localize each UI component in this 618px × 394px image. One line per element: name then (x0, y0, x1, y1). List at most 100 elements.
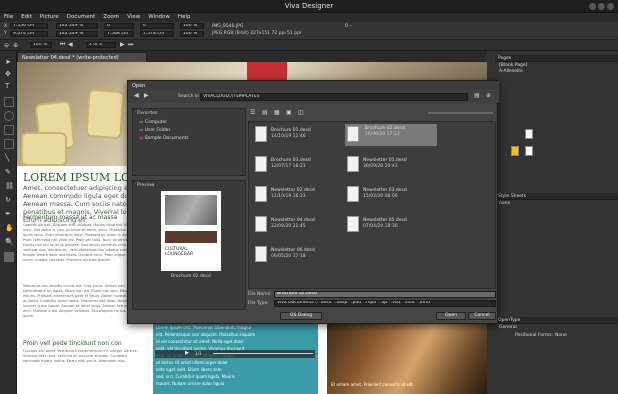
document-icon (347, 216, 359, 232)
document-icon (255, 126, 267, 142)
pages-item[interactable]: A-Alleseite (499, 69, 523, 74)
style-sheet-value[interactable]: none (499, 201, 510, 206)
section-heading[interactable]: Proin vell pede tincidunt non con (23, 340, 122, 347)
file-item[interactable]: Brochure 01.desd 14/10/19 11:46 (255, 126, 347, 148)
body-text[interactable]: Quisque orci amet. Vestibulum condimentu… (23, 349, 141, 389)
pen-tool-icon[interactable]: ✎ (5, 168, 11, 176)
line-tool-icon[interactable]: ╲ (5, 154, 9, 162)
teal-text-frame[interactable]: Lorem ipsum orci. Maecenas bibendum, mag… (153, 320, 318, 394)
positional-forms-label: Positional Forms: (515, 333, 554, 338)
hand-tool-icon[interactable]: ✋ (5, 224, 14, 232)
style-sheets-header[interactable]: Style Sheets (495, 193, 618, 200)
last-page-icon[interactable]: ⏭ (128, 41, 133, 49)
new-folder-icon[interactable]: ⊕ (486, 92, 491, 99)
angle-field[interactable]: 0 ° (104, 23, 134, 29)
menu-picture[interactable]: Picture (36, 13, 63, 21)
grid-view-icon[interactable]: ▦ (274, 109, 280, 116)
pages-panel-header[interactable]: Pages (495, 55, 618, 62)
menu-help[interactable]: Help (174, 13, 195, 21)
first-page-icon[interactable]: ⏮ (60, 41, 65, 49)
media-control-bar[interactable]: ▶ 1/3 (155, 350, 315, 358)
height-scale-field[interactable]: 142.249 % (56, 31, 98, 37)
cover-view-icon[interactable]: ◫ (298, 109, 304, 116)
table-tool-icon[interactable] (4, 139, 14, 149)
opentype-header[interactable]: OpenType (495, 317, 618, 324)
link-tool-icon[interactable]: ⛓ (5, 182, 14, 190)
close-button[interactable] (607, 3, 614, 10)
menu-file[interactable]: File (0, 13, 17, 21)
zoom-field[interactable]: 100 % (30, 42, 52, 48)
file-item[interactable]: Newsletter 06.desd 06/05/20 17:18 (255, 246, 347, 268)
frame-tool-icon[interactable] (4, 97, 14, 107)
x-field[interactable]: 7.556 cm (10, 23, 48, 29)
forward-icon[interactable]: ▶ (144, 92, 149, 99)
page-thumbnail-icon[interactable] (525, 146, 533, 156)
pct1-field[interactable]: 100 % (180, 23, 204, 29)
menu-document[interactable]: Document (63, 13, 100, 21)
rotate-tool-icon[interactable]: ↻ (5, 196, 11, 204)
image-info-extra: 0 -- (345, 24, 353, 29)
file-item[interactable]: Newsletter 03.desd 15/02/20 08:06 (347, 186, 439, 208)
file-item[interactable]: Newsletter 02.desd 11/10/19 16:23 (255, 186, 347, 208)
picture-frame-tool-icon[interactable] (4, 125, 14, 135)
favorite-item[interactable]: ▭ User Folder (139, 128, 170, 133)
scrubber-track[interactable] (213, 353, 313, 354)
location-field[interactable]: VIVACLOUD://TEMPLATES (200, 93, 468, 101)
y-field[interactable]: 9.074 cm (10, 31, 48, 37)
prev-page-icon[interactable]: ◀ (68, 41, 73, 48)
color-swatch-icon[interactable] (4, 252, 14, 262)
open-button[interactable]: Open (436, 312, 466, 320)
eyedropper-tool-icon[interactable]: ✒ (5, 210, 11, 218)
oval-tool-icon[interactable] (4, 111, 14, 121)
master-page-icon[interactable] (511, 146, 519, 156)
folder-up-icon[interactable]: ▤ (474, 92, 480, 99)
body-text[interactable]: Gravida ultrices. Aliquam erat volutpat.… (23, 223, 141, 283)
back-icon[interactable]: ◀ (134, 92, 139, 99)
body-text[interactable]: Maecenas nec lobortis cursus elit. Cras … (23, 284, 141, 330)
os-dialog-button[interactable]: OS Dialog (280, 312, 322, 320)
restaurant-photo[interactable]: Et ornare amet. Praesent convallis ut el… (327, 320, 487, 394)
menu-zoom[interactable]: Zoom (99, 13, 123, 21)
file-item[interactable]: Newsletter 01.desd 30/09/20 20:43 (347, 156, 439, 178)
cancel-button[interactable]: Cancel (468, 312, 496, 320)
file-type-select[interactable]: Viva Documents (*.desd *.desp *.pdd *.mp… (274, 300, 496, 307)
page-thumbnail-icon[interactable] (525, 129, 533, 139)
document-tab[interactable]: Newsletter 04.desd * (write-protected) (17, 52, 147, 62)
pages-item[interactable]: [Blank Page] (499, 63, 527, 68)
file-item[interactable]: Brochure 03.desd 12/07/17 18:21 (255, 156, 347, 178)
file-name-input[interactable]: Brochure 02.desd (274, 291, 496, 298)
page-field[interactable]: 2 of 3 (86, 42, 116, 48)
right-panel: Pages [Blank Page] A-Alleseite Style She… (487, 51, 618, 394)
file-item[interactable]: Newsletter 04.desd 22/09/20 21:45 (255, 216, 347, 238)
select-tool-icon[interactable]: ➤ (5, 58, 11, 66)
maximize-button[interactable] (598, 3, 605, 10)
file-item[interactable]: Newsletter 05.desd 07/04/20 18:30 (347, 216, 439, 238)
minimize-button[interactable] (589, 3, 596, 10)
list-view-icon[interactable]: ☰ (250, 109, 255, 116)
dy-field[interactable]: 7.578 cm (140, 31, 174, 37)
width-scale-field[interactable]: 142.249 % (56, 23, 98, 29)
menu-window[interactable]: Window (144, 13, 174, 21)
zoom-tool-icon[interactable]: 🔍 (5, 238, 14, 246)
opentype-section[interactable]: General (499, 325, 517, 330)
zoom-out-icon[interactable]: ⊖ (4, 42, 9, 49)
positional-forms-value[interactable]: None (555, 333, 567, 338)
file-item-selected[interactable]: Brochure 02.desd 16/06/20 17:13 (345, 124, 437, 146)
zoom-in-icon[interactable]: ⊕ (13, 42, 18, 49)
thumbnail-size-slider[interactable] (428, 112, 493, 114)
favorite-item[interactable]: ▭ Computer (139, 120, 167, 125)
next-page-icon[interactable]: ▶ (120, 41, 125, 48)
skew-field[interactable]: 0 ° (140, 23, 174, 29)
menu-view[interactable]: View (123, 13, 144, 21)
icon-view-icon[interactable]: ▣ (286, 109, 292, 116)
text-tool-icon[interactable]: T (5, 82, 9, 90)
details-view-icon[interactable]: ▤ (262, 109, 268, 116)
menu-edit[interactable]: Edit (17, 13, 36, 21)
pct2-field[interactable]: 100 % (180, 31, 204, 37)
teal-text-line: id vel consectetur sit amet. Nulla eget … (156, 339, 245, 344)
dx-field[interactable]: 7.568 cm (104, 31, 134, 37)
content-tool-icon[interactable]: ✥ (5, 70, 11, 78)
favorite-item[interactable]: ▣ Sample Documents (139, 136, 189, 141)
x-label: X (4, 24, 8, 29)
play-icon[interactable]: ▶ (185, 350, 189, 356)
